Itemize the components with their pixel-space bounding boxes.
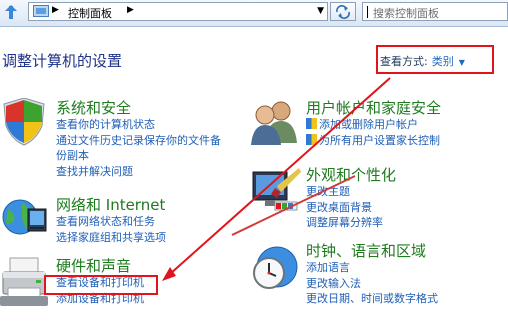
annotation-arrow	[162, 77, 391, 281]
arrow-head-icon	[162, 267, 176, 281]
